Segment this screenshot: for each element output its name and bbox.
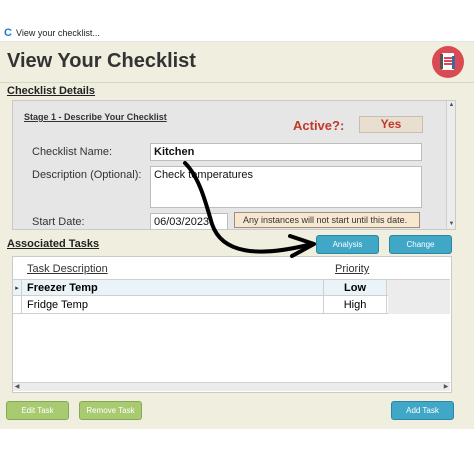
add-task-button[interactable]: Add Task (391, 401, 454, 420)
checklist-name-field[interactable]: Kitchen (150, 143, 422, 161)
edit-task-button[interactable]: Edit Task (6, 401, 69, 420)
task-description-cell: Freezer Temp (27, 282, 98, 294)
window-title: View your checklist... (16, 28, 100, 38)
scroll-down-icon[interactable]: ▼ (448, 221, 455, 228)
remove-task-button[interactable]: Remove Task (79, 401, 142, 420)
row-extra-cell (388, 297, 450, 314)
header-divider (0, 82, 474, 83)
window-titlebar: C View your checklist... (0, 25, 474, 42)
details-scrollbar[interactable]: ▲ ▼ (446, 101, 455, 229)
tasks-horizontal-scrollbar[interactable]: ◀ ▶ (13, 382, 450, 391)
start-date-label: Start Date: (32, 216, 85, 228)
table-row[interactable]: ▸ Freezer Temp Low (13, 279, 450, 297)
task-priority-cell: Low (323, 280, 387, 297)
checklist-details-heading: Checklist Details (7, 85, 96, 97)
column-header-task-description[interactable]: Task Description (27, 263, 108, 275)
page-title: View Your Checklist (7, 50, 196, 72)
checklist-details-panel[interactable]: Stage 1 - Describe Your Checklist Active… (12, 100, 456, 230)
description-field[interactable]: Check temperatures (150, 166, 422, 208)
task-priority-cell: High (323, 297, 387, 314)
stage-label: Stage 1 - Describe Your Checklist (24, 112, 167, 122)
scroll-right-icon[interactable]: ▶ (442, 383, 450, 391)
description-label: Description (Optional): (32, 169, 142, 181)
row-selector (13, 297, 22, 314)
checklist-name-label: Checklist Name: (32, 146, 113, 158)
analysis-button[interactable]: Analysis (316, 235, 379, 254)
column-header-priority[interactable]: Priority (335, 263, 369, 275)
start-date-field[interactable]: 06/03/2023 (150, 213, 228, 229)
associated-tasks-heading: Associated Tasks (7, 238, 100, 250)
tasks-table[interactable] (12, 256, 452, 393)
row-selector-icon: ▸ (13, 280, 22, 297)
table-row[interactable]: Fridge Temp High (13, 297, 450, 314)
active-label: Active?: (293, 118, 345, 133)
start-date-tooltip: Any instances will not start until this … (234, 212, 420, 228)
app-icon: C (4, 27, 12, 39)
change-checklist-button[interactable]: Change Checklist (389, 235, 452, 266)
notebook-icon (432, 46, 464, 78)
active-status-field[interactable]: Yes (359, 116, 423, 133)
scroll-up-icon[interactable]: ▲ (448, 102, 455, 109)
row-extra-cell (388, 280, 450, 297)
scroll-left-icon[interactable]: ◀ (13, 383, 21, 391)
task-description-cell: Fridge Temp (27, 299, 88, 311)
